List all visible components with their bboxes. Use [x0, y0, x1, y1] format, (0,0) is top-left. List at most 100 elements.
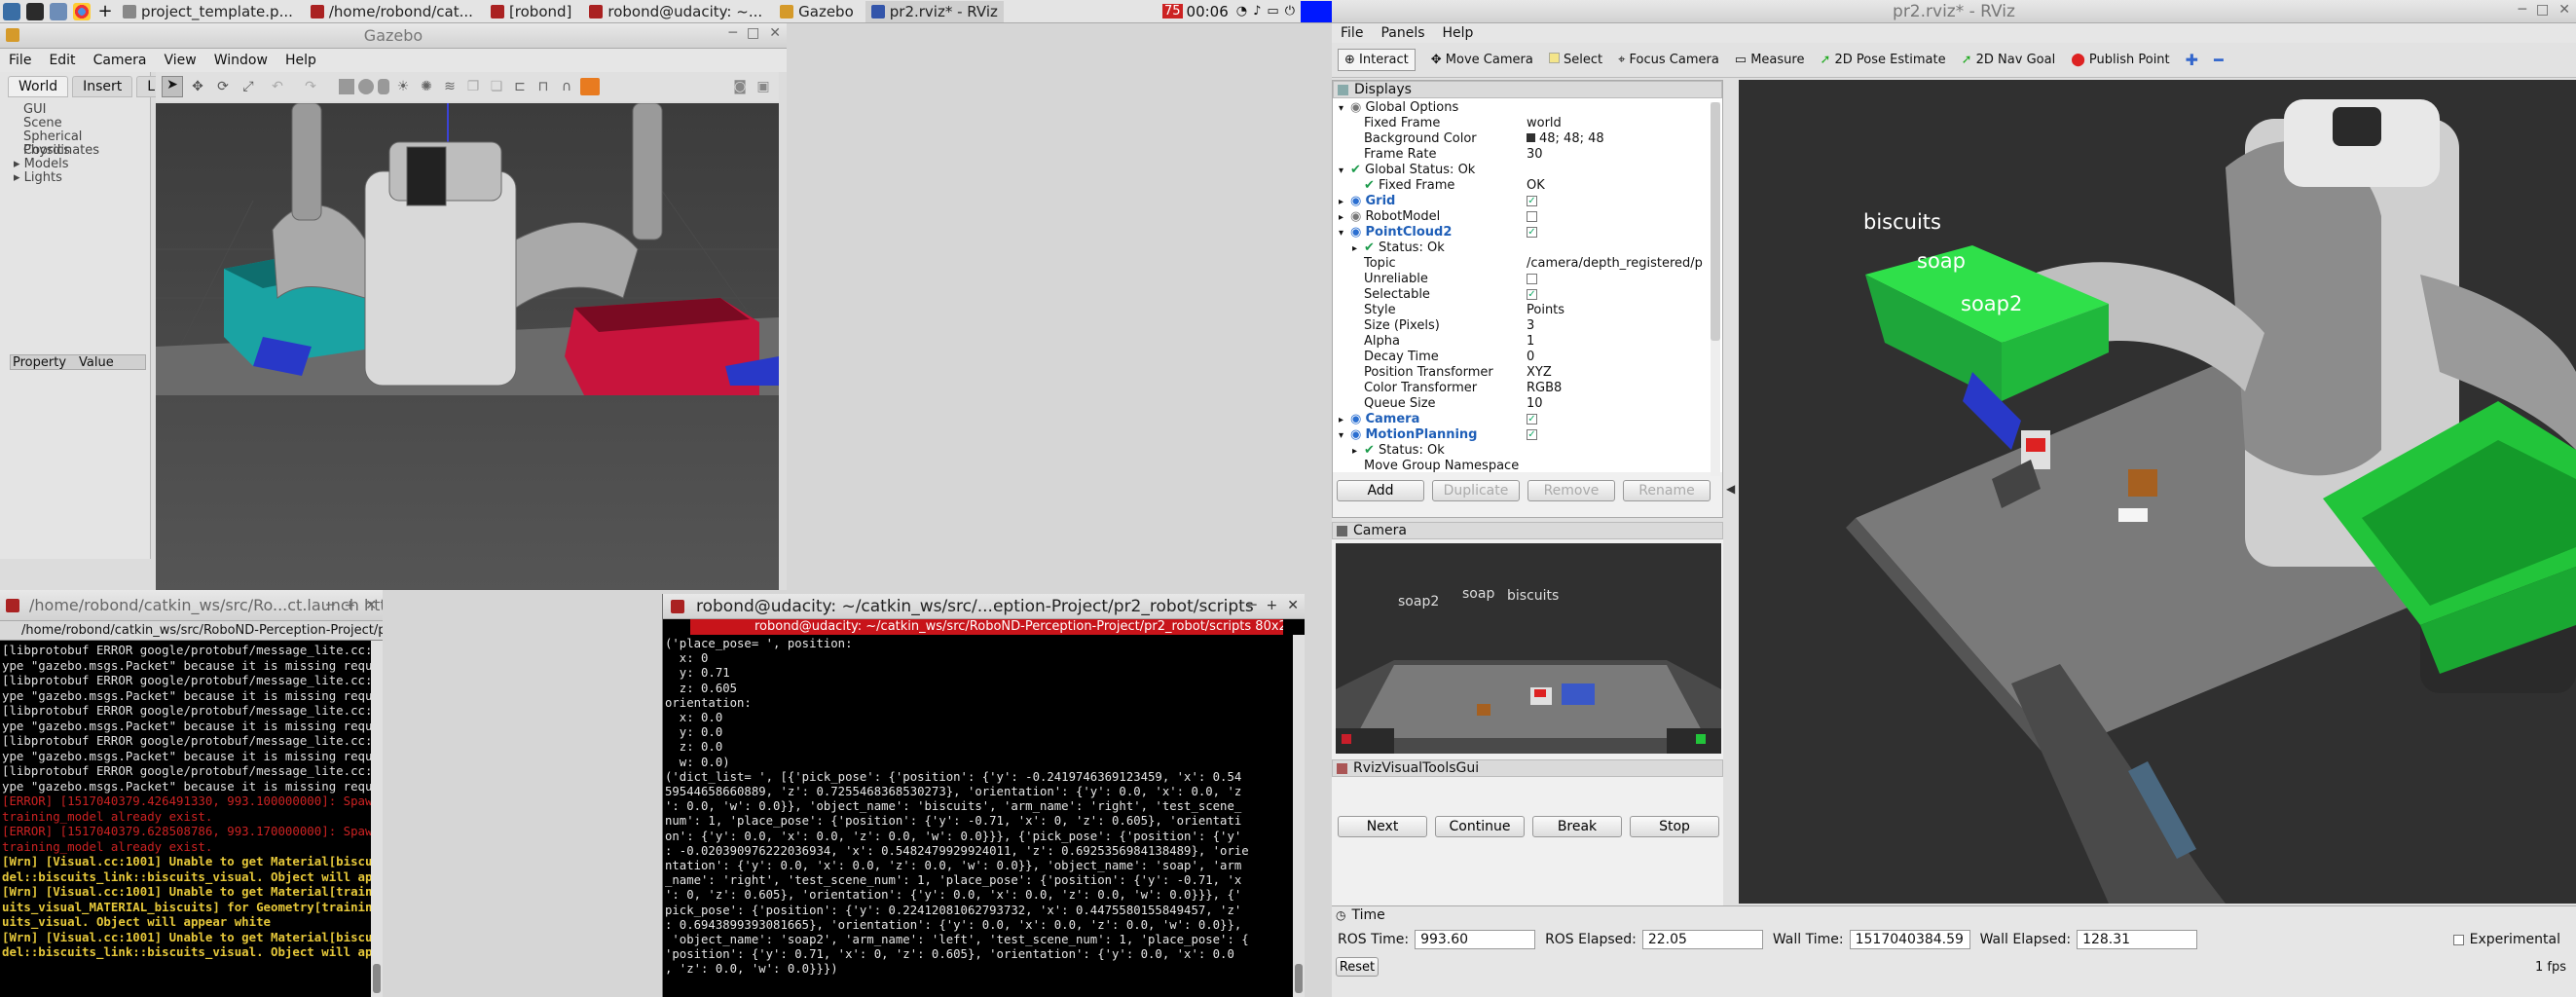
display-row[interactable]: ▾ ◉ MotionPlanning ✓: [1333, 427, 1722, 443]
display-row[interactable]: Style Points: [1333, 303, 1722, 318]
select-mode-icon[interactable]: ➤: [162, 76, 183, 97]
collapse-icon[interactable]: ▾: [1339, 101, 1350, 116]
minimize-button[interactable]: ─: [1248, 598, 1256, 613]
display-enable-checkbox[interactable]: [1527, 274, 1537, 284]
browser-launcher-icon[interactable]: [73, 2, 91, 20]
minimize-button[interactable]: ─: [326, 598, 334, 613]
tab-world[interactable]: World: [8, 76, 69, 97]
display-enable-checkbox[interactable]: ✓: [1527, 196, 1537, 206]
menu-window[interactable]: Window: [205, 53, 276, 68]
ros-elapsed-field[interactable]: 22.05: [1641, 930, 1763, 949]
display-row[interactable]: Fixed Frame world: [1333, 116, 1722, 131]
display-row[interactable]: Frame Rate 30: [1333, 147, 1722, 163]
display-row[interactable]: Decay Time 0: [1333, 350, 1722, 365]
magnet-icon[interactable]: ∩: [557, 79, 576, 94]
task-rviz[interactable]: pr2.rviz* - RViz: [865, 0, 1004, 22]
display-value[interactable]: 3: [1527, 318, 1534, 333]
display-row[interactable]: Alpha 1: [1333, 334, 1722, 350]
snap-icon[interactable]: ⊓: [534, 79, 553, 94]
collapse-icon[interactable]: ▾: [1339, 164, 1350, 178]
display-row[interactable]: ▸ ◉ Camera ✓: [1333, 412, 1722, 427]
rename-display-button[interactable]: Rename: [1623, 480, 1711, 501]
display-value[interactable]: RGB8: [1527, 381, 1562, 395]
close-button[interactable]: ✕: [769, 25, 781, 41]
terminal-output[interactable]: [libprotobuf ERROR google/protobuf/messa…: [0, 641, 383, 997]
battery-indicator[interactable]: 75: [1161, 4, 1183, 18]
display-row[interactable]: Move Group Namespace: [1333, 459, 1722, 472]
terminal-titlebar[interactable]: /home/robond/catkin_ws/src/Ro...ct.launc…: [0, 590, 383, 621]
terminal-scrollbar[interactable]: [371, 641, 383, 997]
display-row[interactable]: ▾ ◉ Global Options: [1333, 100, 1722, 116]
remove-display-button[interactable]: Remove: [1527, 480, 1615, 501]
display-row[interactable]: ▸ ◉ Grid ✓: [1333, 194, 1722, 209]
box-shape-icon[interactable]: [339, 79, 354, 94]
stop-button[interactable]: Stop: [1630, 816, 1719, 837]
notification-icon[interactable]: ▭: [1267, 4, 1278, 18]
spot-light-icon[interactable]: ✺: [417, 79, 436, 94]
scale-mode-icon[interactable]: ⤢: [238, 79, 259, 94]
menu-file[interactable]: File: [1332, 25, 1372, 41]
menu-view[interactable]: View: [156, 53, 205, 68]
tool-measure[interactable]: ▭ Measure: [1735, 53, 1805, 67]
display-row[interactable]: Queue Size 10: [1333, 396, 1722, 412]
display-enable-checkbox[interactable]: ✓: [1527, 414, 1537, 425]
tab-insert[interactable]: Insert: [72, 76, 133, 97]
maximize-button[interactable]: □: [747, 25, 759, 41]
display-enable-checkbox[interactable]: ✓: [1527, 429, 1537, 440]
menu-help[interactable]: Help: [1434, 25, 1483, 41]
display-row[interactable]: ▸ ✔ Status: Ok: [1333, 240, 1722, 256]
collapse-icon[interactable]: ▾: [1339, 226, 1350, 240]
cylinder-shape-icon[interactable]: [378, 79, 389, 94]
display-row[interactable]: ▾ ◉ PointCloud2 ✓: [1333, 225, 1722, 240]
add-tool-icon[interactable]: ✚: [2186, 51, 2198, 69]
paste-icon[interactable]: ❏: [487, 79, 506, 94]
terminal-tab[interactable]: robond@udacity: ~/catkin_ws/src/RoboND-P…: [690, 619, 1283, 635]
reset-button[interactable]: Reset: [1336, 957, 1379, 977]
display-row[interactable]: Position Transformer XYZ: [1333, 365, 1722, 381]
display-value[interactable]: 30: [1527, 147, 1543, 162]
terminal-output[interactable]: ('place_pose= ', position: x: 0 y: 0.71 …: [663, 635, 1305, 993]
expand-icon[interactable]: ▸: [1339, 210, 1350, 225]
rotate-mode-icon[interactable]: ⟳: [212, 79, 234, 94]
display-value[interactable]: Points: [1527, 303, 1564, 317]
display-row[interactable]: ✔ Fixed Frame OK: [1333, 178, 1722, 194]
close-button[interactable]: ✕: [365, 598, 377, 613]
display-row[interactable]: ▸ ✔ Status: Ok: [1333, 443, 1722, 459]
display-row[interactable]: Topic/camera/depth_registered/poi...: [1333, 256, 1722, 272]
start-menu-icon[interactable]: [3, 2, 20, 20]
clock[interactable]: 00:06: [1187, 3, 1229, 20]
expand-icon[interactable]: ▸: [1352, 444, 1364, 459]
duplicate-display-button[interactable]: Duplicate: [1432, 480, 1520, 501]
terminal-tab[interactable]: /home/robond/catkin_ws/src/RoboND-Percep…: [0, 621, 383, 641]
display-row[interactable]: Selectable ✓: [1333, 287, 1722, 303]
volume-icon[interactable]: ♪: [1253, 4, 1261, 18]
task-project-template[interactable]: project_template.p...: [117, 1, 299, 22]
files-launcher-icon[interactable]: [50, 2, 67, 20]
rviz-titlebar[interactable]: pr2.rviz* - RViz ─ □ ✕: [1332, 0, 2576, 23]
minimize-button[interactable]: ─: [2519, 2, 2526, 18]
wifi-icon[interactable]: ◔: [1236, 4, 1247, 18]
close-button[interactable]: ✕: [1287, 598, 1299, 613]
sphere-shape-icon[interactable]: [358, 79, 374, 94]
tree-item-gui[interactable]: GUI: [23, 103, 150, 117]
expand-icon[interactable]: ▸: [1352, 241, 1364, 256]
point-light-icon[interactable]: ☀: [393, 79, 413, 94]
task-gazebo[interactable]: Gazebo: [774, 1, 860, 22]
display-enable-checkbox[interactable]: ✓: [1527, 289, 1537, 300]
expand-icon[interactable]: ▸: [1339, 195, 1350, 209]
displays-scrollbar[interactable]: [1711, 102, 1720, 476]
change-view-icon[interactable]: [580, 78, 600, 95]
directional-light-icon[interactable]: ≋: [440, 79, 460, 94]
tool-focus-camera[interactable]: ⌖ Focus Camera: [1618, 53, 1719, 67]
display-row[interactable]: Color Transformer RGB8: [1333, 381, 1722, 396]
maximize-button[interactable]: □: [2536, 2, 2549, 18]
tree-item-models[interactable]: ▸ Models: [14, 158, 150, 171]
tree-item-scene[interactable]: Scene: [23, 117, 150, 130]
tool-2d-nav-goal[interactable]: ➚ 2D Nav Goal: [1962, 53, 2056, 67]
tree-item-lights[interactable]: ▸ Lights: [14, 171, 150, 185]
tool-2d-pose-estimate[interactable]: ➚ 2D Pose Estimate: [1820, 53, 1945, 67]
display-enable-checkbox[interactable]: [1527, 211, 1537, 222]
break-button[interactable]: Break: [1532, 816, 1622, 837]
display-value[interactable]: 1: [1527, 334, 1534, 349]
display-enable-checkbox[interactable]: ✓: [1527, 227, 1537, 238]
